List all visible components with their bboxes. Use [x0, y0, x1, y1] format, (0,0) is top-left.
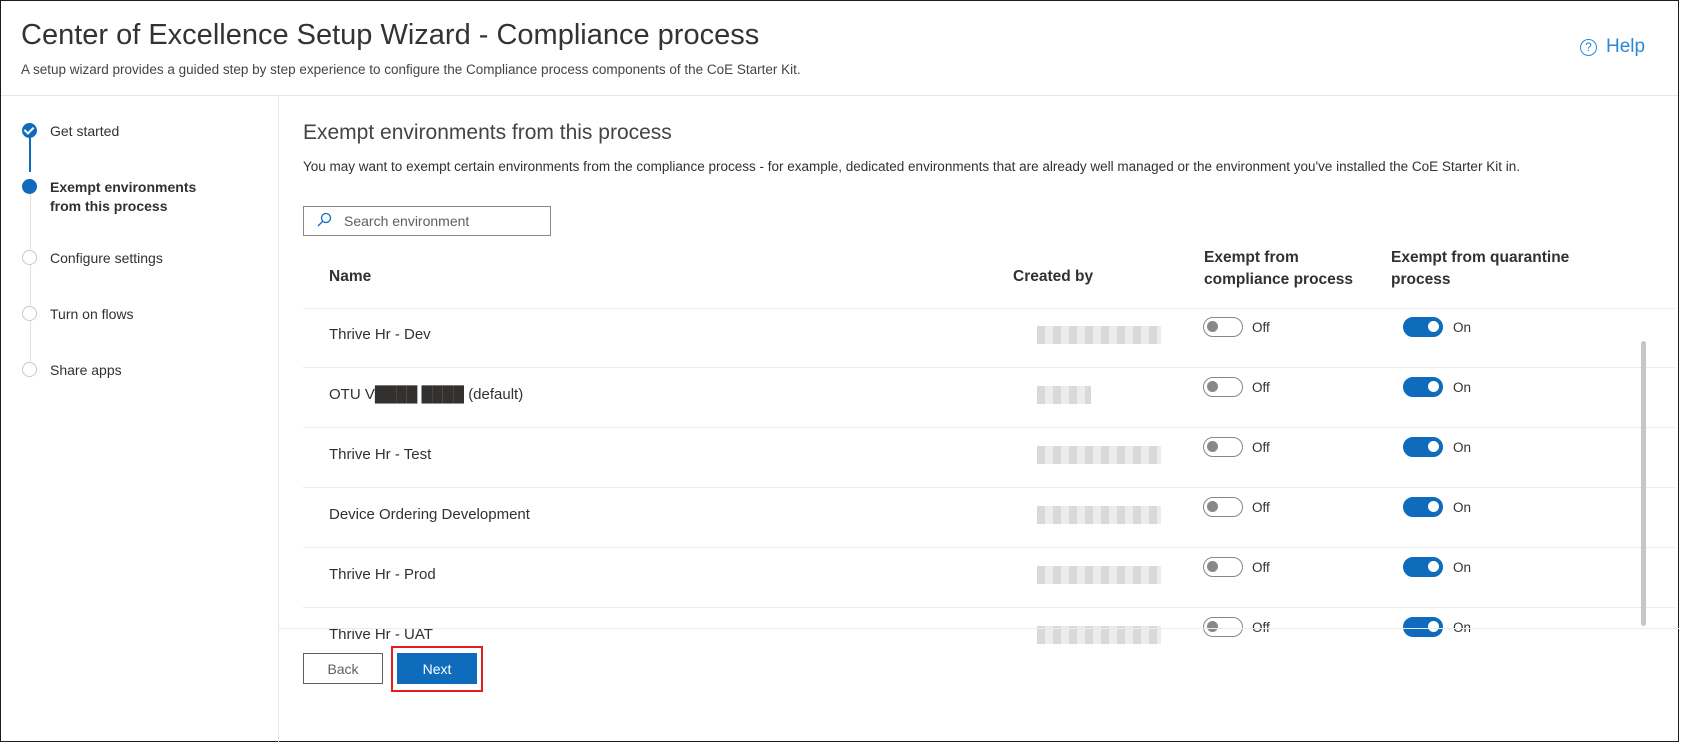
exempt-quarantine-toggle[interactable]: [1403, 437, 1443, 457]
pending-step-icon: [22, 250, 37, 265]
created-by-redacted: [1037, 386, 1091, 404]
toggle-label: Off: [1252, 440, 1270, 455]
toggle-label: On: [1453, 440, 1472, 455]
environment-name: Thrive Hr - Dev: [329, 326, 431, 343]
step-turn-on-flows[interactable]: Turn on flows: [50, 305, 134, 324]
search-icon: [316, 212, 338, 231]
step-connector: [29, 132, 31, 172]
table-row: Thrive Hr - Test Off On: [303, 428, 1675, 488]
column-name[interactable]: Name: [329, 266, 371, 288]
toggle-label: On: [1453, 560, 1472, 575]
toggle-label: Off: [1252, 320, 1270, 335]
search-input[interactable]: Search environment: [303, 206, 551, 236]
exempt-quarantine-toggle[interactable]: [1403, 557, 1443, 577]
exempt-quarantine-toggle[interactable]: [1403, 377, 1443, 397]
help-label: Help: [1606, 36, 1646, 57]
created-by-redacted: [1037, 326, 1161, 344]
help-icon: ?: [1580, 38, 1597, 56]
help-link[interactable]: ? Help: [1580, 36, 1645, 58]
column-exempt-quarantine[interactable]: Exempt from quarantine process: [1391, 247, 1571, 291]
search-placeholder: Search environment: [344, 213, 470, 229]
toggle-label: Off: [1252, 380, 1270, 395]
next-button[interactable]: Next: [397, 653, 477, 684]
app-frame: Center of Excellence Setup Wizard - Comp…: [0, 0, 1679, 743]
environment-name: Device Ordering Development: [329, 506, 530, 523]
environment-name: OTU V████ ████ (default): [329, 386, 524, 403]
main-content: Exempt environments from this process Yo…: [279, 96, 1679, 743]
step-get-started[interactable]: Get started: [50, 122, 119, 141]
column-created-by[interactable]: Created by: [1013, 266, 1093, 288]
wizard-steps: Get started Exempt environments from thi…: [1, 96, 279, 743]
exempt-compliance-toggle[interactable]: [1203, 437, 1243, 457]
step-configure-settings[interactable]: Configure settings: [50, 249, 163, 268]
exempt-compliance-toggle[interactable]: [1203, 557, 1243, 577]
created-by-redacted: [1037, 446, 1161, 464]
table-header: Name Created by Exempt from compliance p…: [303, 249, 1675, 309]
created-by-redacted: [1037, 566, 1161, 584]
section-title: Exempt environments from this process: [303, 121, 672, 144]
page-title: Center of Excellence Setup Wizard - Comp…: [21, 19, 760, 51]
step-exempt-environments[interactable]: Exempt environments from this process: [50, 178, 210, 216]
exempt-compliance-toggle[interactable]: [1203, 317, 1243, 337]
toggle-label: Off: [1252, 500, 1270, 515]
environment-name: Thrive Hr - Prod: [329, 566, 436, 583]
column-exempt-compliance[interactable]: Exempt from compliance process: [1204, 247, 1384, 291]
pending-step-icon: [22, 362, 37, 377]
wizard-footer: Back Next: [279, 628, 1679, 744]
table-row: Device Ordering Development Off On: [303, 488, 1675, 548]
table-row: OTU V████ ████ (default) Off On: [303, 368, 1675, 428]
step-connector: [30, 188, 31, 250]
pending-step-icon: [22, 306, 37, 321]
toggle-label: On: [1453, 380, 1472, 395]
current-step-icon: [22, 179, 37, 194]
toggle-label: On: [1453, 320, 1472, 335]
toggle-label: Off: [1252, 560, 1270, 575]
check-icon: [22, 123, 37, 138]
page-header: Center of Excellence Setup Wizard - Comp…: [1, 1, 1678, 96]
section-description: You may want to exempt certain environme…: [303, 159, 1520, 174]
environment-name: Thrive Hr - Test: [329, 446, 432, 463]
created-by-redacted: [1037, 506, 1161, 524]
toggle-label: On: [1453, 500, 1472, 515]
exempt-quarantine-toggle[interactable]: [1403, 497, 1443, 517]
page-subtitle: A setup wizard provides a guided step by…: [21, 62, 801, 77]
step-connector: [30, 265, 31, 306]
exempt-compliance-toggle[interactable]: [1203, 377, 1243, 397]
back-button[interactable]: Back: [303, 653, 383, 684]
step-share-apps[interactable]: Share apps: [50, 361, 122, 380]
table-row: Thrive Hr - Prod Off On: [303, 548, 1675, 608]
exempt-compliance-toggle[interactable]: [1203, 497, 1243, 517]
step-connector: [30, 321, 31, 362]
exempt-quarantine-toggle[interactable]: [1403, 317, 1443, 337]
table-row: Thrive Hr - Dev Off On: [303, 308, 1675, 368]
vertical-scrollbar[interactable]: [1641, 341, 1646, 626]
